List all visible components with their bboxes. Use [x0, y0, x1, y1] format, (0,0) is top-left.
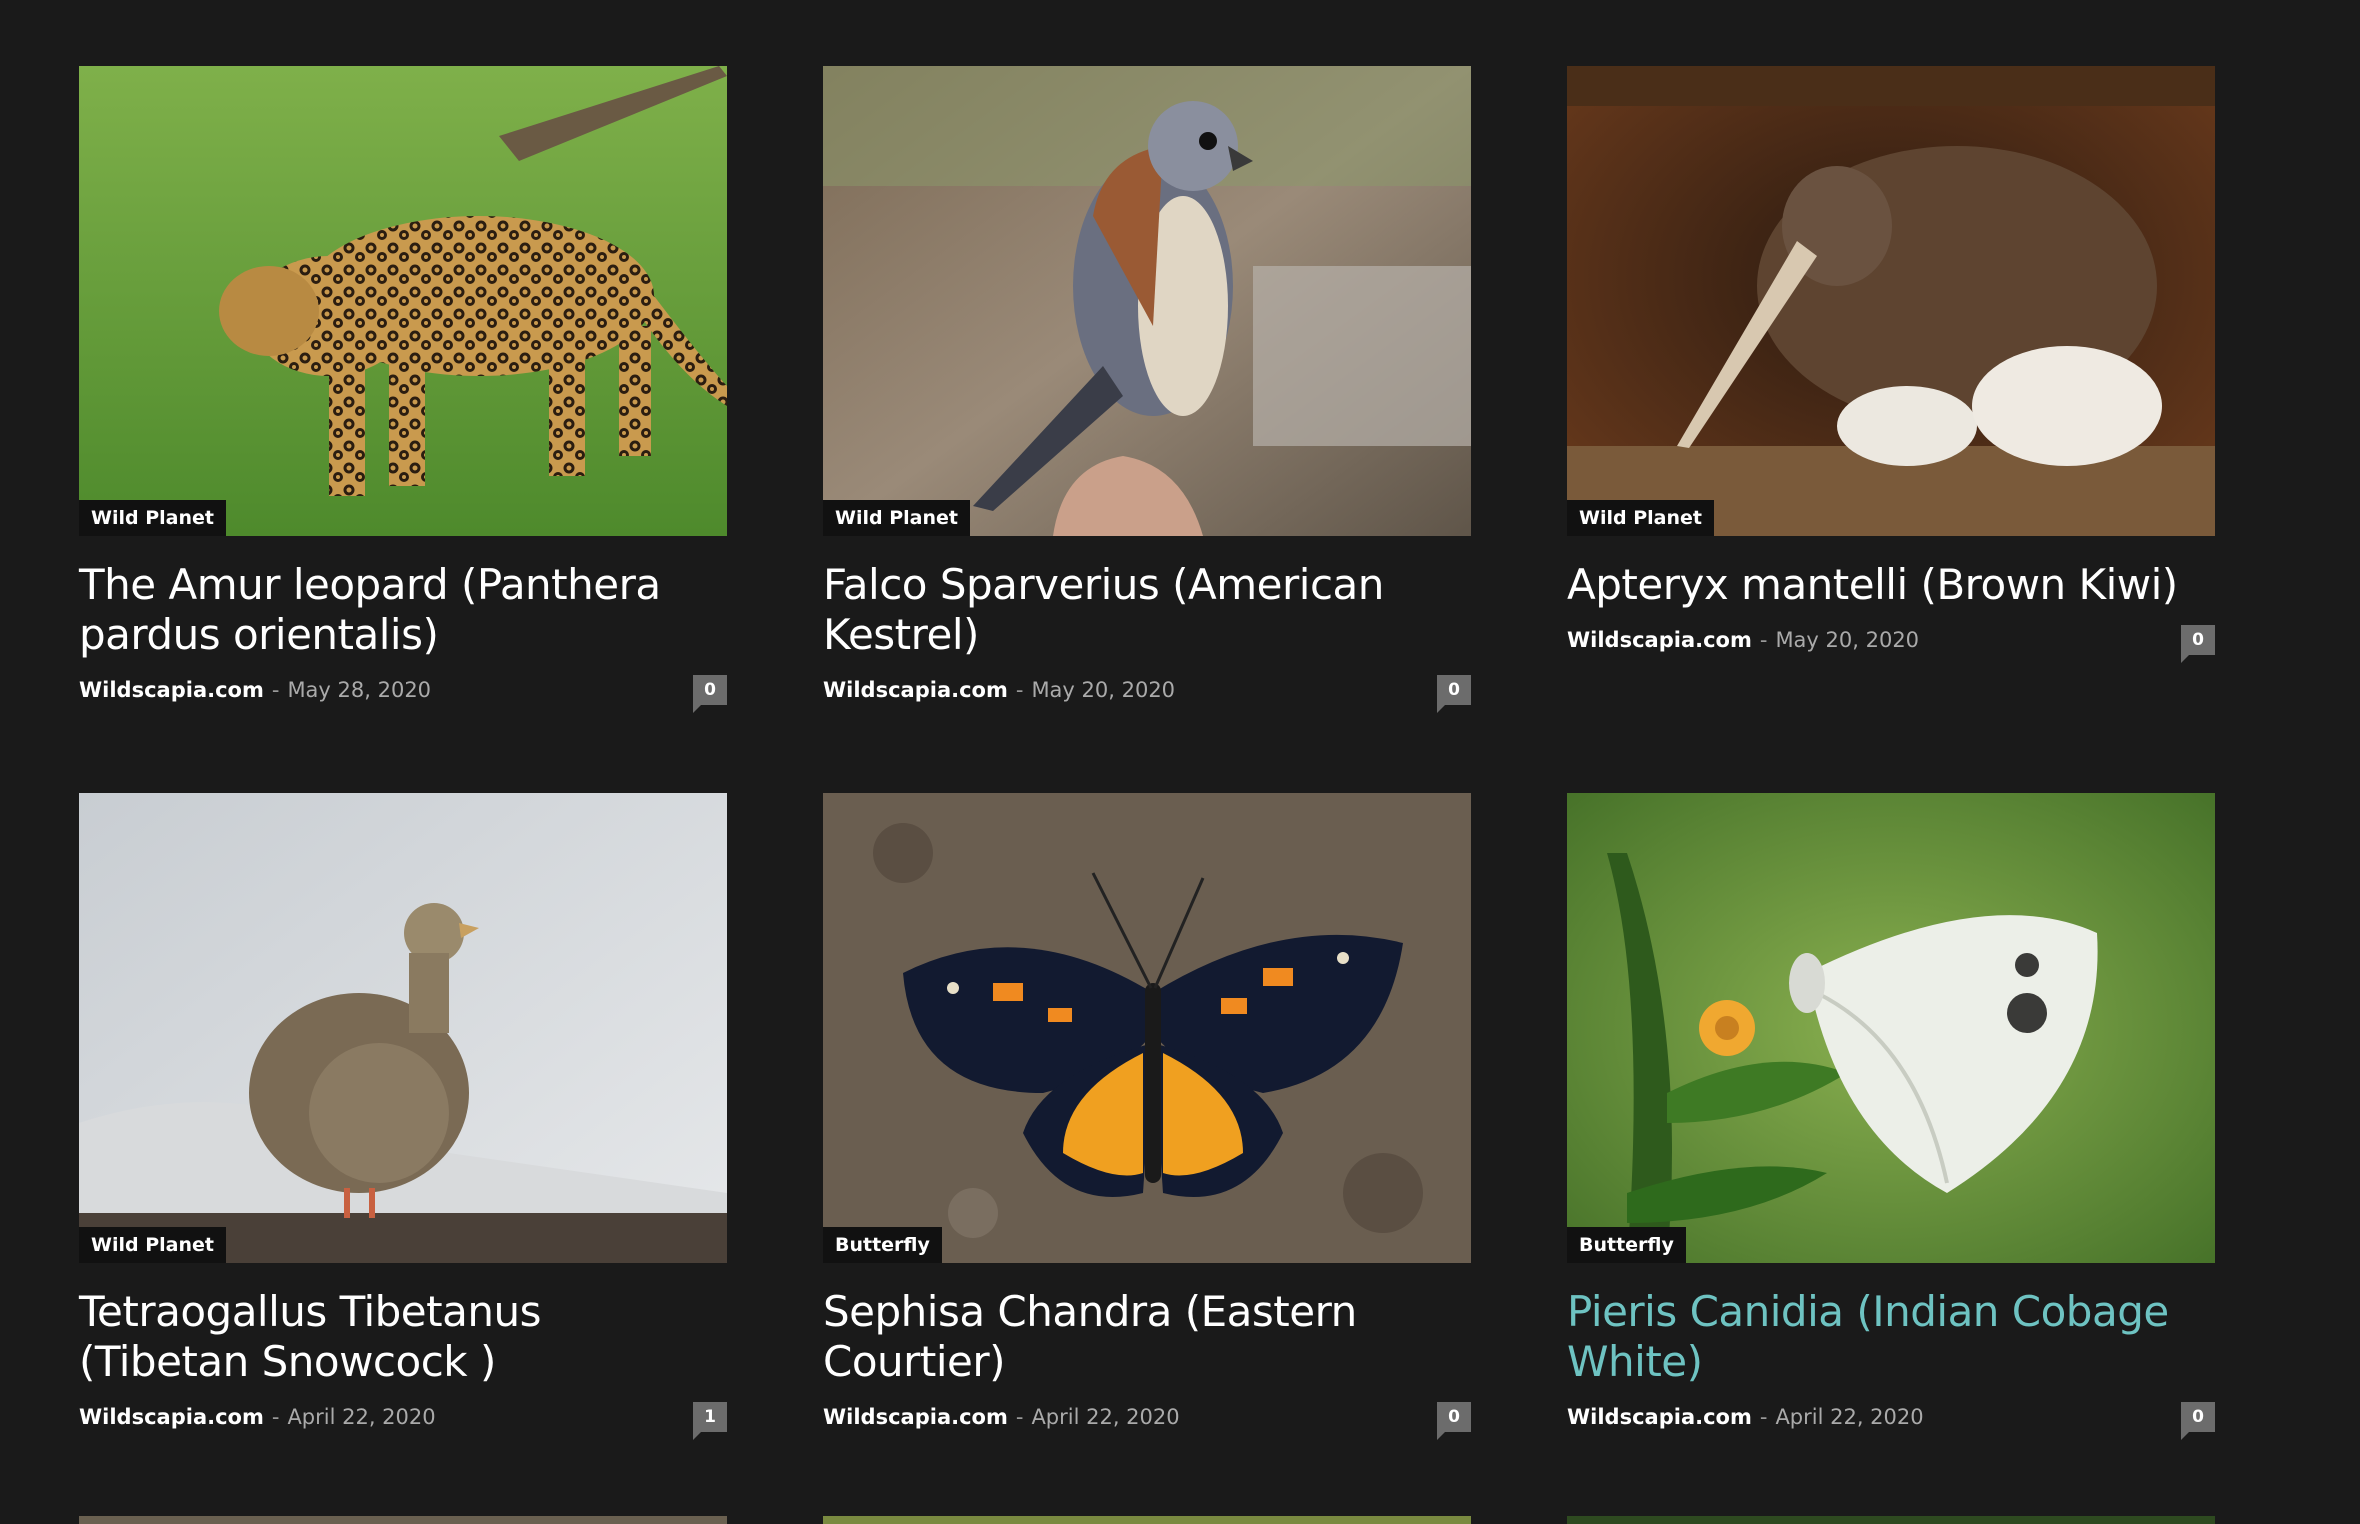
- post-meta: Wildscapia.com - April 22, 2020 0: [823, 1397, 1471, 1440]
- post-thumbnail[interactable]: Wild Planet: [823, 66, 1471, 536]
- comment-count-badge[interactable]: 0: [1437, 1402, 1471, 1440]
- comment-count-badge[interactable]: 0: [2181, 1402, 2215, 1440]
- kestrel-photo: [823, 66, 1471, 536]
- post-title[interactable]: Sephisa Chandra (Eastern Courtier): [823, 1287, 1463, 1387]
- next-post-thumbnail[interactable]: [823, 1516, 1471, 1524]
- post-date: April 22, 2020: [1775, 1405, 1924, 1429]
- post-title[interactable]: Apteryx mantelli (Brown Kiwi): [1567, 560, 2207, 610]
- post-card: Wild Planet Falco Sparverius (American K…: [823, 66, 1471, 793]
- post-author[interactable]: Wildscapia.com: [1567, 1405, 1752, 1429]
- post-meta: Wildscapia.com - May 28, 2020 0: [79, 670, 727, 713]
- eastern-courtier-butterfly-photo: [823, 793, 1471, 1263]
- comment-count-badge[interactable]: 1: [693, 1402, 727, 1440]
- post-author[interactable]: Wildscapia.com: [823, 678, 1008, 702]
- post-card: Wild Planet Tetraogallus Tibetanus (Tibe…: [79, 793, 727, 1520]
- post-author[interactable]: Wildscapia.com: [823, 1405, 1008, 1429]
- post-author[interactable]: Wildscapia.com: [1567, 628, 1752, 652]
- category-badge[interactable]: Wild Planet: [79, 500, 226, 536]
- post-title[interactable]: Tetraogallus Tibetanus (Tibetan Snowcock…: [79, 1287, 719, 1387]
- category-badge[interactable]: Wild Planet: [79, 1227, 226, 1263]
- post-card: Wild Planet The Amur leopard (Panthera p…: [79, 66, 727, 793]
- category-badge[interactable]: Wild Planet: [1567, 500, 1714, 536]
- post-author[interactable]: Wildscapia.com: [79, 678, 264, 702]
- meta-separator: -: [1015, 1405, 1024, 1429]
- snowcock-photo: [79, 793, 727, 1263]
- post-meta: Wildscapia.com - April 22, 2020 0: [1567, 1397, 2215, 1440]
- post-grid: Wild Planet The Amur leopard (Panthera p…: [79, 66, 2215, 1520]
- meta-separator: -: [1759, 628, 1768, 652]
- post-meta: Wildscapia.com - April 22, 2020 1: [79, 1397, 727, 1440]
- leopard-photo: [79, 66, 727, 536]
- cabbage-white-butterfly-photo: [1567, 793, 2215, 1263]
- meta-separator: -: [271, 678, 280, 702]
- post-thumbnail[interactable]: Wild Planet: [79, 793, 727, 1263]
- next-post-thumbnail[interactable]: [1567, 1516, 2215, 1524]
- post-thumbnail[interactable]: Wild Planet: [1567, 66, 2215, 536]
- post-card: Wild Planet Apteryx mantelli (Brown Kiwi…: [1567, 66, 2215, 793]
- post-date: May 28, 2020: [287, 678, 432, 702]
- post-meta: Wildscapia.com - May 20, 2020 0: [823, 670, 1471, 713]
- kiwi-photo: [1567, 66, 2215, 536]
- comment-count-badge[interactable]: 0: [693, 675, 727, 713]
- category-badge[interactable]: Butterfly: [823, 1227, 942, 1263]
- post-thumbnail[interactable]: Wild Planet: [79, 66, 727, 536]
- post-date: May 20, 2020: [1031, 678, 1176, 702]
- post-date: April 22, 2020: [287, 1405, 436, 1429]
- comment-count-badge[interactable]: 0: [1437, 675, 1471, 713]
- post-title[interactable]: The Amur leopard (Panthera pardus orient…: [79, 560, 719, 660]
- post-card: Butterfly Pieris Canidia (Indian Cobage …: [1567, 793, 2215, 1520]
- category-badge[interactable]: Wild Planet: [823, 500, 970, 536]
- post-date: April 22, 2020: [1031, 1405, 1180, 1429]
- category-badge[interactable]: Butterfly: [1567, 1227, 1686, 1263]
- post-title[interactable]: Pieris Canidia (Indian Cobage White): [1567, 1287, 2207, 1387]
- meta-separator: -: [271, 1405, 280, 1429]
- post-thumbnail[interactable]: Butterfly: [1567, 793, 2215, 1263]
- meta-separator: -: [1015, 678, 1024, 702]
- next-post-thumbnail[interactable]: [79, 1516, 727, 1524]
- meta-separator: -: [1759, 1405, 1768, 1429]
- post-title[interactable]: Falco Sparverius (American Kestrel): [823, 560, 1463, 660]
- post-date: May 20, 2020: [1775, 628, 1920, 652]
- post-card: Butterfly Sephisa Chandra (Eastern Court…: [823, 793, 1471, 1520]
- post-meta: Wildscapia.com - May 20, 2020 0: [1567, 620, 2215, 663]
- post-thumbnail[interactable]: Butterfly: [823, 793, 1471, 1263]
- post-author[interactable]: Wildscapia.com: [79, 1405, 264, 1429]
- comment-count-badge[interactable]: 0: [2181, 625, 2215, 663]
